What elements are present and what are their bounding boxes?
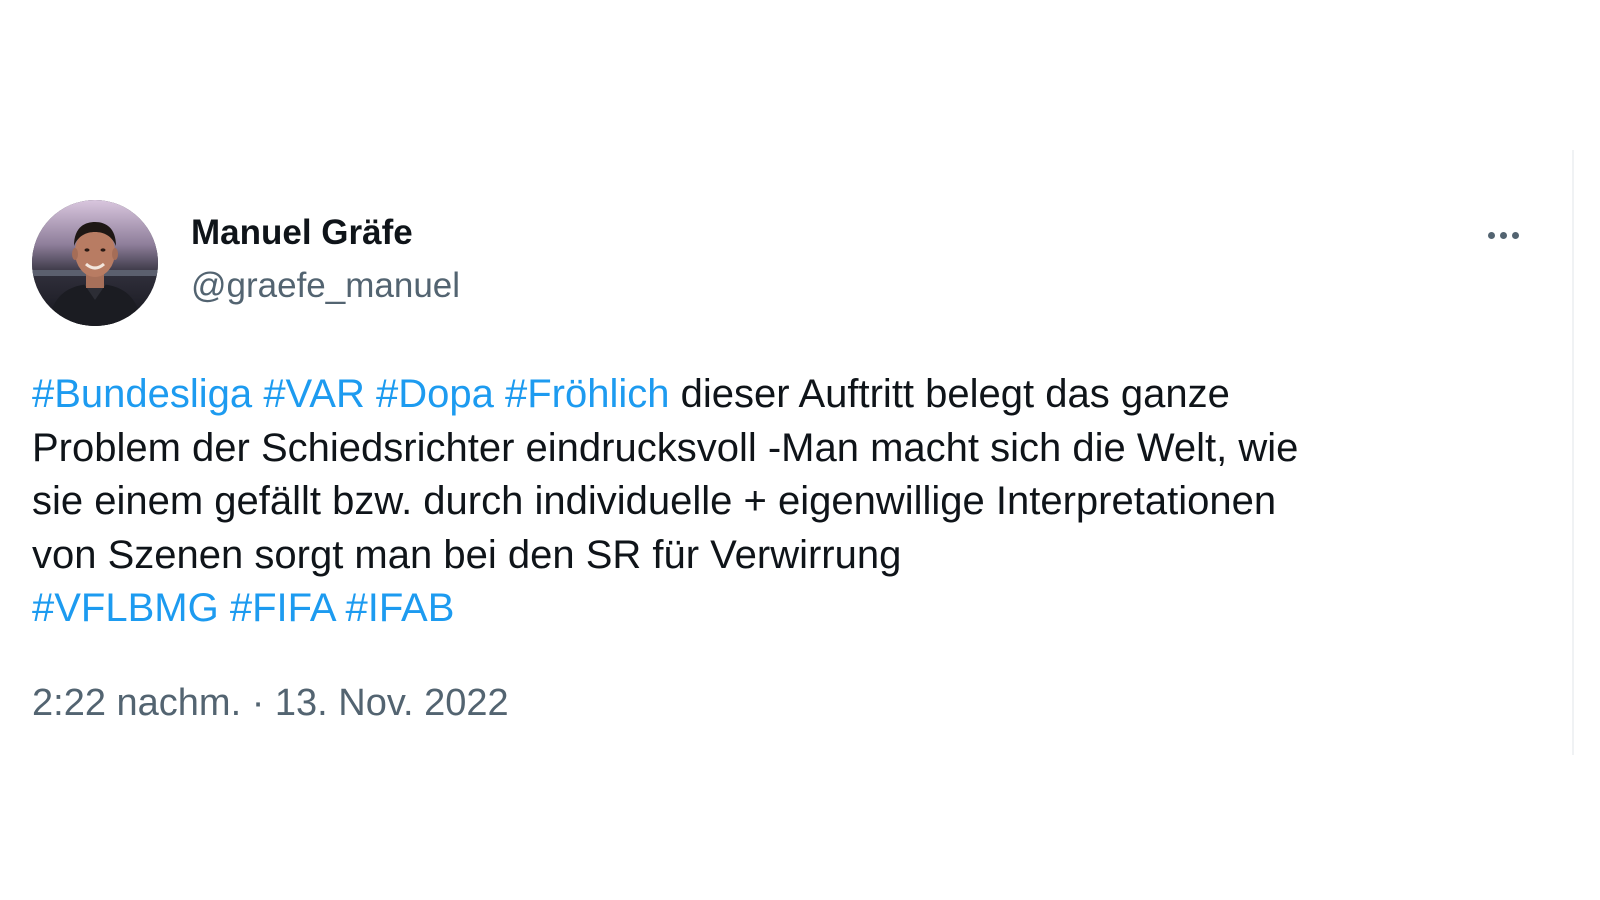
hashtag-link[interactable]: #FIFA xyxy=(230,586,335,630)
more-horizontal-icon-dot xyxy=(1499,231,1507,239)
hashtag-link[interactable]: #IFAB xyxy=(345,586,454,630)
tweet-line: Problem der Schiedsrichter eindrucksvoll… xyxy=(32,425,1299,470)
tweet-line: #VFLBMG #FIFA #IFAB xyxy=(32,582,1562,636)
hashtag-link[interactable]: #Dopa xyxy=(376,372,494,416)
author-display-name[interactable]: Manuel Gräfe xyxy=(191,213,413,253)
hashtag-link[interactable]: #VFLBMG xyxy=(32,586,219,630)
hashtag-link[interactable]: #Fröhlich xyxy=(505,372,670,416)
hashtag-link[interactable]: #VAR xyxy=(263,372,365,416)
tweet-line: #Bundesliga #VAR #Dopa #Fröhlich dieser … xyxy=(32,368,1562,422)
tweet-card: Manuel Gräfe @graefe_manuel #Bundesliga … xyxy=(0,0,1600,900)
tweet-text: #Bundesliga #VAR #Dopa #Fröhlich dieser … xyxy=(32,368,1562,636)
avatar-photo xyxy=(32,200,158,326)
tweet-timestamp[interactable]: 2:22 nachm. · 13. Nov. 2022 xyxy=(32,682,509,725)
more-horizontal-icon-dot xyxy=(1511,231,1519,239)
tweet-line: von Szenen sorgt man bei den SR für Verw… xyxy=(32,532,902,577)
timeline-divider xyxy=(1572,150,1574,755)
hashtag-link[interactable]: #Bundesliga xyxy=(32,372,252,416)
author-handle[interactable]: @graefe_manuel xyxy=(191,266,460,306)
more-horizontal-icon xyxy=(1487,231,1495,239)
avatar[interactable] xyxy=(32,200,158,326)
tweet-line: sie einem gefällt bzw. durch individuell… xyxy=(32,479,1277,523)
more-options-button[interactable] xyxy=(1480,220,1526,250)
tweet-text-segment: dieser Auftritt belegt das ganze xyxy=(680,372,1230,416)
